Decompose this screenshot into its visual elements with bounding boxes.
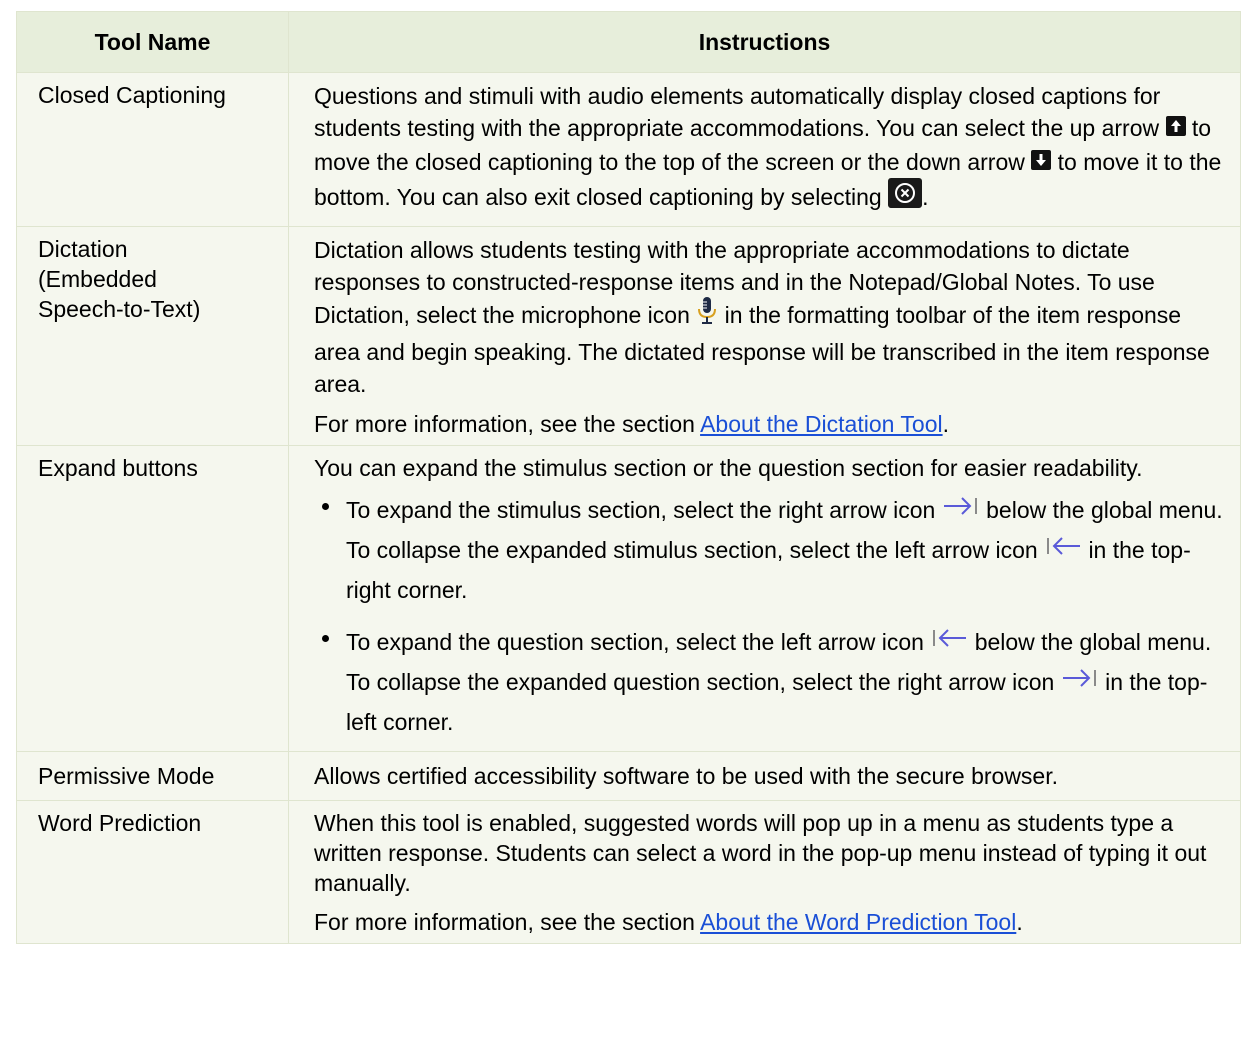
left-arrow-from-bar-icon xyxy=(930,623,968,661)
bullet-icon xyxy=(322,634,329,642)
tools-table: Tool Name Instructions Closed Captioning… xyxy=(16,11,1241,944)
instruction-text: Dictation allows students testing with t… xyxy=(314,236,1210,397)
microphone-icon xyxy=(696,296,718,334)
list-item: To expand the stimulus section, select t… xyxy=(322,491,1226,609)
instruction-text: Questions and stimuli with audio element… xyxy=(314,80,1226,218)
tool-name: Word Prediction xyxy=(38,809,202,836)
list-item: To expand the question section, select t… xyxy=(322,623,1226,741)
row-expand-buttons: Expand buttons You can expand the stimul… xyxy=(16,444,1241,752)
tool-name-cell: Permissive Mode xyxy=(16,750,289,801)
header-instructions: Instructions xyxy=(288,11,1241,73)
tool-name-cell: Dictation (Embedded Speech-to-Text) xyxy=(16,225,289,446)
instruction-text: You can expand the stimulus section or t… xyxy=(314,454,1143,481)
dictation-tool-link[interactable]: About the Dictation Tool xyxy=(700,411,943,437)
instructions-cell: Questions and stimuli with audio element… xyxy=(288,72,1241,227)
tool-name-cell: Word Prediction xyxy=(16,799,289,944)
tool-name: Closed Captioning xyxy=(38,82,226,108)
tool-name: Dictation xyxy=(38,235,128,262)
right-arrow-to-bar-icon xyxy=(942,491,980,529)
tool-name-cell: Expand buttons xyxy=(16,444,289,752)
tool-name: (Embedded xyxy=(38,265,157,292)
more-info-text: For more information, see the section Ab… xyxy=(314,908,1023,935)
instructions-cell: When this tool is enabled, suggested wor… xyxy=(288,799,1241,944)
tool-name: Expand buttons xyxy=(38,454,198,481)
left-arrow-from-bar-icon xyxy=(1044,531,1082,569)
right-arrow-to-bar-icon xyxy=(1061,663,1099,701)
word-prediction-tool-link[interactable]: About the Word Prediction Tool xyxy=(700,909,1016,935)
bullet-icon xyxy=(322,502,329,510)
tool-name-cell: Closed Captioning xyxy=(16,72,289,227)
instructions-cell: Allows certified accessibility software … xyxy=(288,750,1241,801)
row-dictation: Dictation (Embedded Speech-to-Text) Dict… xyxy=(16,225,1241,446)
row-word-prediction: Word Prediction When this tool is enable… xyxy=(16,799,1241,944)
instruction-text: Allows certified accessibility software … xyxy=(314,762,1058,789)
row-permissive-mode: Permissive Mode Allows certified accessi… xyxy=(16,750,1241,801)
table-header-row: Tool Name Instructions xyxy=(16,11,1241,73)
close-circle-icon xyxy=(888,177,923,216)
instruction-text: When this tool is enabled, suggested wor… xyxy=(314,809,1207,896)
tool-name: Speech-to-Text) xyxy=(38,295,201,322)
more-info-text: For more information, see the section Ab… xyxy=(314,410,949,437)
instructions-cell: Dictation allows students testing with t… xyxy=(288,225,1241,446)
bullet-list: To expand the stimulus section, select t… xyxy=(314,491,1226,741)
down-arrow-icon xyxy=(1031,146,1052,178)
row-closed-captioning: Closed Captioning Questions and stimuli … xyxy=(16,72,1241,227)
header-tool-name: Tool Name xyxy=(16,11,289,73)
instructions-cell: You can expand the stimulus section or t… xyxy=(288,444,1241,752)
tool-name: Permissive Mode xyxy=(38,762,215,789)
up-arrow-icon xyxy=(1165,112,1186,144)
